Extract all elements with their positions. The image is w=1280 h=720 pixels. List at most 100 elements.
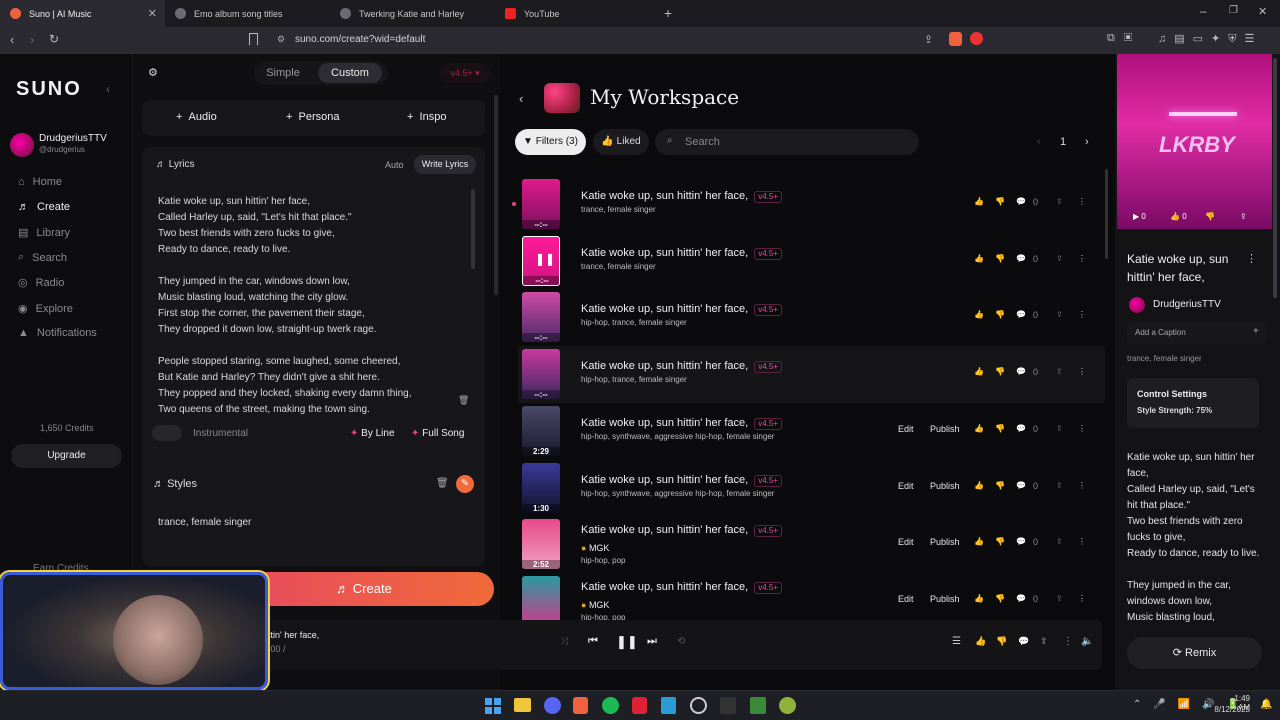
- model-select[interactable]: v4.5+ ▾: [440, 63, 490, 83]
- audio-button[interactable]: + Audio: [176, 111, 217, 123]
- comment-icon[interactable]: 💬: [1016, 367, 1026, 376]
- edit-button[interactable]: Edit: [898, 424, 914, 434]
- caption-input[interactable]: Add a Caption +: [1127, 322, 1267, 344]
- comment-icon[interactable]: 💬: [1016, 481, 1026, 490]
- repeat-icon[interactable]: ⟲: [677, 636, 685, 647]
- comment-icon[interactable]: 💬: [1016, 310, 1026, 319]
- song-list-scrollbar[interactable]: [1105, 169, 1108, 259]
- remix-button[interactable]: ⟳ Remix: [1127, 637, 1262, 669]
- share-icon[interactable]: ⇪: [1240, 212, 1247, 221]
- like-count[interactable]: 👍 0: [1170, 212, 1187, 221]
- comment-icon[interactable]: 💬: [1016, 424, 1026, 433]
- tab-youtube[interactable]: YouTube: [495, 0, 660, 27]
- song-title[interactable]: Katie woke up, sun hittin' her face, v4.5…: [581, 303, 782, 317]
- styles-input[interactable]: trance, female singer: [158, 517, 251, 528]
- upgrade-button[interactable]: Upgrade: [11, 444, 122, 468]
- avatar[interactable]: [10, 133, 34, 157]
- song-cover-image[interactable]: --:--: [522, 179, 560, 229]
- song-cover-image[interactable]: [522, 575, 560, 626]
- like-icon[interactable]: 👍: [974, 254, 984, 263]
- song-cover-image[interactable]: ❚❚ --:--: [522, 235, 560, 286]
- edit-button[interactable]: Edit: [898, 594, 914, 604]
- sidebar-item-library[interactable]: ▤ Library: [18, 226, 70, 240]
- more-options-icon[interactable]: ⋮: [1078, 254, 1086, 263]
- lyrics-scrollbar[interactable]: [471, 189, 475, 269]
- song-cover-image[interactable]: --:--: [522, 292, 560, 343]
- dislike-icon[interactable]: 👎: [995, 481, 1005, 490]
- more-options-icon[interactable]: ⋮: [1078, 197, 1086, 206]
- share-icon[interactable]: ⇪: [1056, 594, 1063, 603]
- share-icon[interactable]: ⇪: [1056, 424, 1063, 433]
- write-lyrics-button[interactable]: Write Lyrics: [414, 155, 476, 174]
- liked-filter-button[interactable]: 👍 Liked: [593, 129, 649, 155]
- song-row[interactable]: ❚❚ --:-- Katie woke up, sun hittin' her fa…: [518, 233, 1105, 290]
- brave-shields-icon[interactable]: [949, 32, 962, 46]
- lyrics-textarea[interactable]: Katie woke up, sun hittin' her face, Cal…: [158, 194, 468, 414]
- sidebar-item-explore[interactable]: ◉ Explore: [18, 302, 73, 316]
- more-options-icon[interactable]: ⋮: [1078, 537, 1086, 546]
- epic-games-icon[interactable]: [720, 697, 736, 714]
- song-row[interactable]: 2:52 Katie woke up, sun hittin' her face,…: [518, 516, 1105, 573]
- notifications-icon[interactable]: 🔔: [1260, 699, 1272, 710]
- toolbar-icons[interactable]: ♫▤▭✦⛨☰: [1158, 32, 1262, 46]
- obs-icon[interactable]: [690, 697, 707, 714]
- auto-lyrics-button[interactable]: Auto: [385, 160, 404, 170]
- share-icon[interactable]: ⇪: [1056, 254, 1063, 263]
- dislike-icon[interactable]: 👎: [996, 636, 1007, 647]
- share-icon[interactable]: ⇪: [1056, 537, 1063, 546]
- song-title[interactable]: Katie woke up, sun hittin' her face, v4.5…: [581, 581, 782, 594]
- close-window-button[interactable]: ✕: [1258, 5, 1267, 18]
- discord-icon[interactable]: [544, 697, 561, 714]
- publish-button[interactable]: Publish: [930, 594, 960, 604]
- trash-icon[interactable]: 🗑: [458, 395, 469, 406]
- spotify-icon[interactable]: [602, 697, 619, 714]
- dislike-icon[interactable]: 👎: [995, 197, 1005, 206]
- share-icon[interactable]: ⇪: [1040, 636, 1048, 647]
- filters-button[interactable]: ▼ Filters (3): [515, 129, 586, 155]
- collapse-sidebar-icon[interactable]: ‹: [106, 82, 110, 96]
- pause-icon[interactable]: ❚❚: [616, 634, 638, 650]
- persona-button[interactable]: + Persona: [286, 111, 340, 123]
- comment-icon[interactable]: 💬: [1016, 197, 1026, 206]
- edit-button[interactable]: Edit: [898, 481, 914, 491]
- by-line-button[interactable]: ✦ By Line: [350, 428, 395, 439]
- publish-button[interactable]: Publish: [930, 424, 960, 434]
- site-info-icon[interactable]: ⚙: [277, 34, 285, 45]
- tab-twerking[interactable]: Twerking Katie and Harley: [330, 0, 495, 27]
- comment-icon[interactable]: 💬: [1016, 254, 1026, 263]
- chrome-icon[interactable]: [779, 697, 796, 714]
- artist-avatar[interactable]: [1129, 297, 1145, 313]
- add-caption-icon[interactable]: +: [1253, 326, 1259, 337]
- url-text[interactable]: suno.com/create?wid=default: [295, 34, 425, 45]
- dislike-icon[interactable]: 👎: [995, 254, 1005, 263]
- artist-name[interactable]: DrudgeriusTTV: [1153, 299, 1221, 310]
- back-icon[interactable]: ‹: [10, 32, 14, 47]
- mode-custom-button[interactable]: Custom: [318, 63, 382, 83]
- inspo-button[interactable]: + Inspo: [407, 111, 446, 123]
- clear-styles-icon[interactable]: 🗑: [436, 478, 449, 489]
- publish-button[interactable]: Publish: [930, 481, 960, 491]
- edit-button[interactable]: Edit: [898, 537, 914, 547]
- more-options-icon[interactable]: ⋮: [1063, 636, 1073, 647]
- dislike-icon[interactable]: 👎: [1205, 212, 1215, 221]
- comment-icon[interactable]: 💬: [1016, 537, 1026, 546]
- song-title[interactable]: Katie woke up, sun hittin' her face, v4.5…: [581, 247, 782, 260]
- dislike-icon[interactable]: 👎: [995, 424, 1005, 433]
- song-row[interactable]: 2:29 Katie woke up, sun hittin' her face,…: [518, 403, 1105, 460]
- brave-rewards-icon[interactable]: [970, 32, 983, 45]
- minimize-button[interactable]: –: [1200, 4, 1207, 18]
- start-icon[interactable]: [485, 698, 501, 714]
- volume-icon[interactable]: 🔈: [1081, 636, 1093, 647]
- song-title[interactable]: Katie woke up, sun hittin' her face, v4.5…: [581, 474, 782, 487]
- next-page-icon[interactable]: ›: [1085, 136, 1089, 148]
- more-options-icon[interactable]: ⋮: [1078, 424, 1086, 433]
- like-icon[interactable]: 👍: [974, 594, 984, 603]
- notepad-icon[interactable]: [661, 697, 676, 714]
- instrumental-toggle[interactable]: [152, 425, 182, 441]
- song-cover-image[interactable]: 2:29: [522, 405, 560, 456]
- queue-icon[interactable]: ☰: [952, 636, 961, 647]
- maximize-button[interactable]: ❐: [1229, 5, 1238, 16]
- like-icon[interactable]: 👍: [974, 367, 984, 376]
- share-icon[interactable]: ⇪: [1056, 197, 1063, 206]
- tab-suno[interactable]: Suno | AI Music ✕: [0, 0, 165, 27]
